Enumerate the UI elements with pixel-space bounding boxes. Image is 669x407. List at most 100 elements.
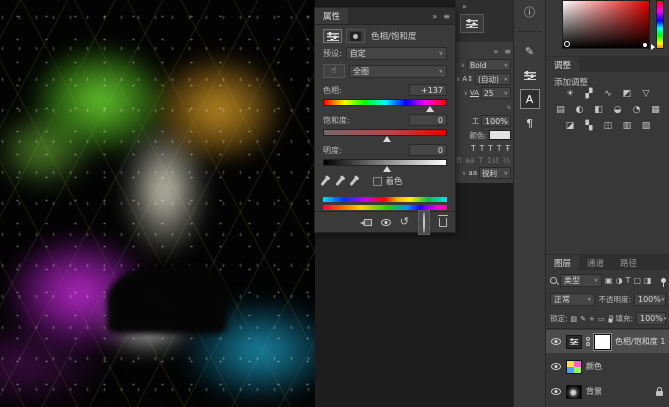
targeted-adjustment-tool[interactable]: ☝ <box>323 64 345 78</box>
levels-icon[interactable]: ▞ <box>582 88 596 100</box>
text-color-swatch[interactable] <box>489 130 511 140</box>
layer-name[interactable]: 色相/饱和度 1 <box>615 336 665 347</box>
paragraph-panel-icon[interactable]: ¶ <box>514 111 545 135</box>
layer-name[interactable]: 背景 <box>586 386 602 397</box>
invert-icon[interactable]: ◪ <box>563 120 577 132</box>
color-balance-icon[interactable]: ◐ <box>573 104 587 116</box>
collapse-chevrons-icon[interactable]: » <box>493 47 498 56</box>
hue-value-field[interactable]: +137 <box>409 84 447 96</box>
lock-all-icon[interactable] <box>608 318 612 322</box>
lock-transparency-icon[interactable]: ▨ <box>571 315 578 323</box>
fractions-button[interactable]: ½ <box>503 156 510 165</box>
background-layer-thumbnail[interactable] <box>566 385 582 399</box>
subtract-eyedropper-icon[interactable] <box>349 177 357 186</box>
photo-filter-icon[interactable]: ◒ <box>611 104 625 116</box>
layer-visibility-eye-icon[interactable] <box>551 388 561 395</box>
adjustment-layer-thumbnail[interactable] <box>566 335 582 349</box>
exposure-icon[interactable]: ◩ <box>620 88 634 100</box>
vibrance-icon[interactable]: ▽ <box>639 88 653 100</box>
color-layer-thumbnail[interactable] <box>566 360 582 374</box>
brush-settings-panel-icon[interactable]: ✎ <box>514 39 545 63</box>
filter-pixel-layers-icon[interactable]: ▣ <box>605 276 613 285</box>
saturation-value-field[interactable]: 0 <box>409 114 447 126</box>
anti-alias-dropdown[interactable]: 锐利∨ <box>479 167 511 179</box>
lock-position-icon[interactable]: + <box>589 315 595 323</box>
title-case-button[interactable]: T <box>479 156 484 165</box>
preset-dropdown[interactable]: 自定∨ <box>346 47 447 60</box>
filter-kind-dropdown[interactable]: 类型∨ <box>560 274 602 287</box>
hue-saturation-icon[interactable]: ▤ <box>554 104 568 116</box>
mask-link-icon[interactable] <box>586 337 590 346</box>
fill-field[interactable]: 100%∨ <box>636 312 666 325</box>
curves-icon[interactable]: ∿ <box>601 88 615 100</box>
tab-channels[interactable]: 通道 <box>579 255 612 270</box>
all-caps-button[interactable]: T <box>488 144 493 153</box>
filter-smart-objects-icon[interactable]: ◨ <box>644 276 652 285</box>
canvas-artwork[interactable] <box>0 0 315 407</box>
colorize-checkbox[interactable] <box>373 177 382 186</box>
superscript-button[interactable]: T <box>497 144 502 153</box>
lock-pixels-icon[interactable]: ✎ <box>580 315 586 323</box>
add-eyedropper-icon[interactable] <box>335 177 343 186</box>
layer-row-color[interactable]: 颜色 <box>546 355 669 378</box>
hue-ramp-marker[interactable] <box>651 44 655 50</box>
channel-dropdown[interactable]: 全图∨ <box>349 65 447 78</box>
layer-mask-icon[interactable] <box>346 29 365 43</box>
adjustments-shortcut-icon[interactable] <box>514 63 545 87</box>
selective-color-icon[interactable]: ▧ <box>639 120 653 132</box>
hue-slider[interactable] <box>323 99 447 106</box>
panel-menu-icon[interactable]: ≡ <box>504 47 511 56</box>
color-saturation-square[interactable] <box>562 0 650 49</box>
alternates-button[interactable]: aa <box>465 156 474 165</box>
toggle-visibility-button[interactable] <box>418 210 430 235</box>
layer-mask-thumbnail[interactable] <box>594 334 611 350</box>
leading-dropdown[interactable]: (自动)∨ <box>475 73 511 85</box>
font-style-dropdown[interactable]: Bold∨ <box>467 59 511 71</box>
layer-visibility-eye-icon[interactable] <box>551 338 561 345</box>
hue-ramp-strip[interactable] <box>656 0 664 49</box>
collapsed-properties-panel-button[interactable] <box>460 14 484 33</box>
filter-toggle-pin-icon[interactable] <box>661 278 666 283</box>
filter-adjustment-layers-icon[interactable]: ◑ <box>616 276 623 285</box>
ligatures-button[interactable]: fi <box>457 156 462 165</box>
saturation-slider[interactable] <box>323 129 447 136</box>
opacity-field[interactable]: 100%∨ <box>634 293 666 306</box>
delete-adjustment-icon[interactable] <box>439 218 447 227</box>
layer-name[interactable]: 颜色 <box>586 361 602 372</box>
layer-row-hue-saturation[interactable]: 色相/饱和度 1 <box>546 330 669 353</box>
vertical-scale-field[interactable]: 100% <box>481 115 511 127</box>
filter-shape-layers-icon[interactable]: ▢ <box>633 276 641 285</box>
reset-icon[interactable]: ↺ <box>400 217 409 227</box>
filter-type-layers-icon[interactable]: T <box>626 276 631 285</box>
channel-mixer-icon[interactable]: ◔ <box>630 104 644 116</box>
clip-to-layer-icon[interactable] <box>364 219 372 226</box>
faux-italic-button[interactable]: T <box>480 144 485 153</box>
view-previous-state-icon[interactable] <box>381 219 391 226</box>
brightness-contrast-icon[interactable]: ☀ <box>563 88 577 100</box>
black-white-icon[interactable]: ◧ <box>592 104 606 116</box>
character-panel-icon-active[interactable]: A <box>520 89 540 109</box>
strikethrough-button[interactable]: Ŧ <box>505 144 510 153</box>
color-lookup-icon[interactable]: ▦ <box>649 104 663 116</box>
collapse-chevrons-icon[interactable]: » <box>432 12 437 21</box>
eyedropper-icon[interactable] <box>320 177 328 186</box>
hue-slider-thumb[interactable] <box>426 106 434 112</box>
faux-bold-button[interactable]: T <box>471 144 476 153</box>
tab-paths[interactable]: 路径 <box>612 255 645 270</box>
layer-visibility-eye-icon[interactable] <box>551 363 561 370</box>
tab-adjustments[interactable]: 调整 <box>546 57 579 72</box>
ordinals-button[interactable]: 1st <box>487 156 499 165</box>
lightness-slider-thumb[interactable] <box>383 166 391 172</box>
tab-layers[interactable]: 图层 <box>546 255 579 270</box>
gradient-map-icon[interactable]: ▥ <box>620 120 634 132</box>
lock-artboard-icon[interactable]: ▭ <box>598 315 605 323</box>
lightness-slider[interactable] <box>323 159 447 166</box>
blend-mode-dropdown[interactable]: 正常∨ <box>550 293 595 306</box>
tracking-dropdown[interactable]: 25∨ <box>481 87 511 99</box>
lightness-value-field[interactable]: 0 <box>409 144 447 156</box>
collapse-chevrons-icon[interactable]: » <box>462 2 467 11</box>
layer-row-background[interactable]: 背景 <box>546 380 669 403</box>
panel-menu-icon[interactable]: ≡ <box>443 12 450 21</box>
info-panel-icon[interactable]: ⓘ <box>514 0 545 24</box>
saturation-slider-thumb[interactable] <box>383 136 391 142</box>
